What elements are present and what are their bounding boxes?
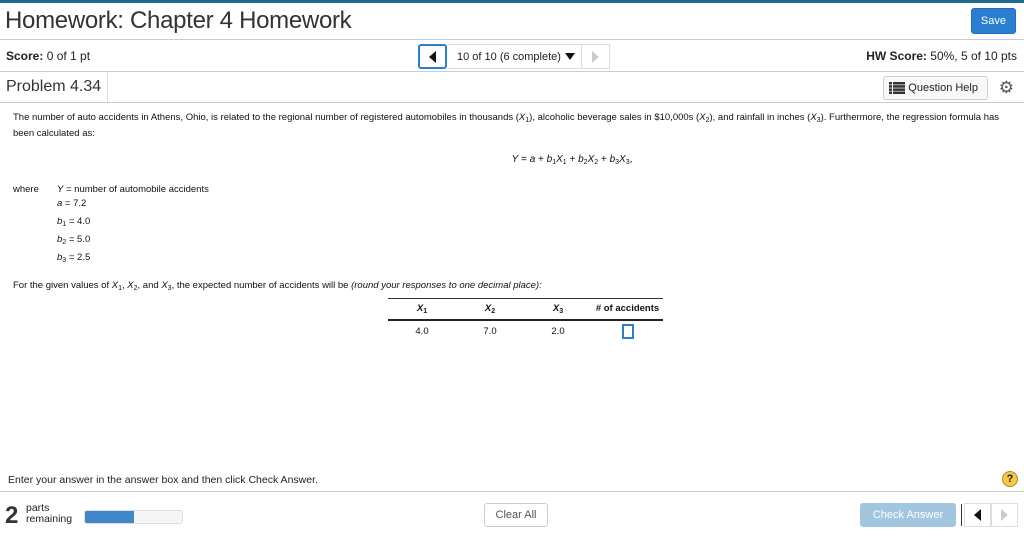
footer: 2 parts remaining Clear All Check Answer — [0, 493, 1024, 540]
caret-down-icon — [564, 53, 575, 60]
help-icon[interactable]: ? — [1002, 471, 1018, 487]
list-icon — [889, 82, 906, 94]
problem-title: Problem 4.34 — [0, 72, 109, 102]
caret-left-icon — [429, 50, 436, 63]
table-row: 4.0 7.0 2.0 — [388, 320, 663, 343]
hw-score: HW Score: 50%, 5 of 10 pts — [866, 48, 1017, 63]
parts-progress-bar — [84, 510, 183, 524]
score: Score: 0 of 1 pt — [6, 48, 91, 63]
parts-count: 2 — [5, 502, 19, 529]
variable-definitions: where Y = number of automobile accidents… — [13, 182, 1011, 268]
parts-remaining-label: parts remaining — [26, 502, 73, 525]
column-header-x1: X1 — [388, 298, 456, 321]
definition-b2: b2 = 5.0 — [57, 234, 91, 246]
title-bar: Homework: Chapter 4 Homework Save — [0, 3, 1024, 40]
previous-question-button[interactable] — [964, 503, 991, 527]
divider — [961, 504, 962, 526]
page-title: Homework: Chapter 4 Homework — [5, 7, 352, 34]
question-help-button[interactable]: Question Help — [883, 76, 988, 100]
definition-a: a = 7.2 — [57, 198, 87, 209]
answer-input[interactable] — [621, 324, 634, 339]
previous-question-button[interactable] — [418, 44, 447, 69]
problem-bar: Problem 4.34 Question Help ⚙ — [0, 72, 1024, 103]
next-question-button[interactable] — [580, 44, 610, 69]
definition-b3: b3 = 2.5 — [57, 252, 91, 264]
column-header-x3: X3 — [524, 298, 592, 321]
gear-icon[interactable]: ⚙ — [999, 78, 1014, 98]
footer-navigator — [964, 503, 1018, 527]
definition-y: Y = number of automobile accidents — [57, 184, 209, 195]
regression-equation: Y = a + b1X1 + b2X2 + b3X3, — [511, 154, 633, 166]
clear-all-button[interactable]: Clear All — [484, 503, 548, 527]
values-table: X1 X2 X3 # of accidents 4.0 7.0 2.0 — [388, 298, 663, 343]
caret-right-icon — [1001, 509, 1008, 521]
definition-b1: b1 = 4.0 — [57, 216, 91, 228]
question-select[interactable]: 10 of 10 (6 complete) — [447, 44, 581, 69]
instruction-bar: Enter your answer in the answer box and … — [0, 471, 1024, 492]
column-header-accidents: # of accidents — [592, 298, 663, 321]
given-values-prompt: For the given values of X1, X2, and X3, … — [13, 280, 542, 292]
caret-right-icon — [591, 50, 599, 63]
question-content: The number of auto accidents in Athens, … — [0, 103, 1024, 350]
check-answer-button[interactable]: Check Answer — [860, 503, 956, 527]
save-button[interactable]: Save — [970, 8, 1016, 34]
question-navigator: 10 of 10 (6 complete) — [418, 44, 610, 69]
problem-intro: The number of auto accidents in Athens, … — [13, 112, 1000, 139]
column-header-x2: X2 — [456, 298, 524, 321]
score-bar: Score: 0 of 1 pt 10 of 10 (6 complete) H… — [0, 40, 1024, 72]
progress-fill — [85, 511, 134, 523]
next-question-button[interactable] — [991, 503, 1018, 527]
caret-left-icon — [974, 509, 981, 521]
